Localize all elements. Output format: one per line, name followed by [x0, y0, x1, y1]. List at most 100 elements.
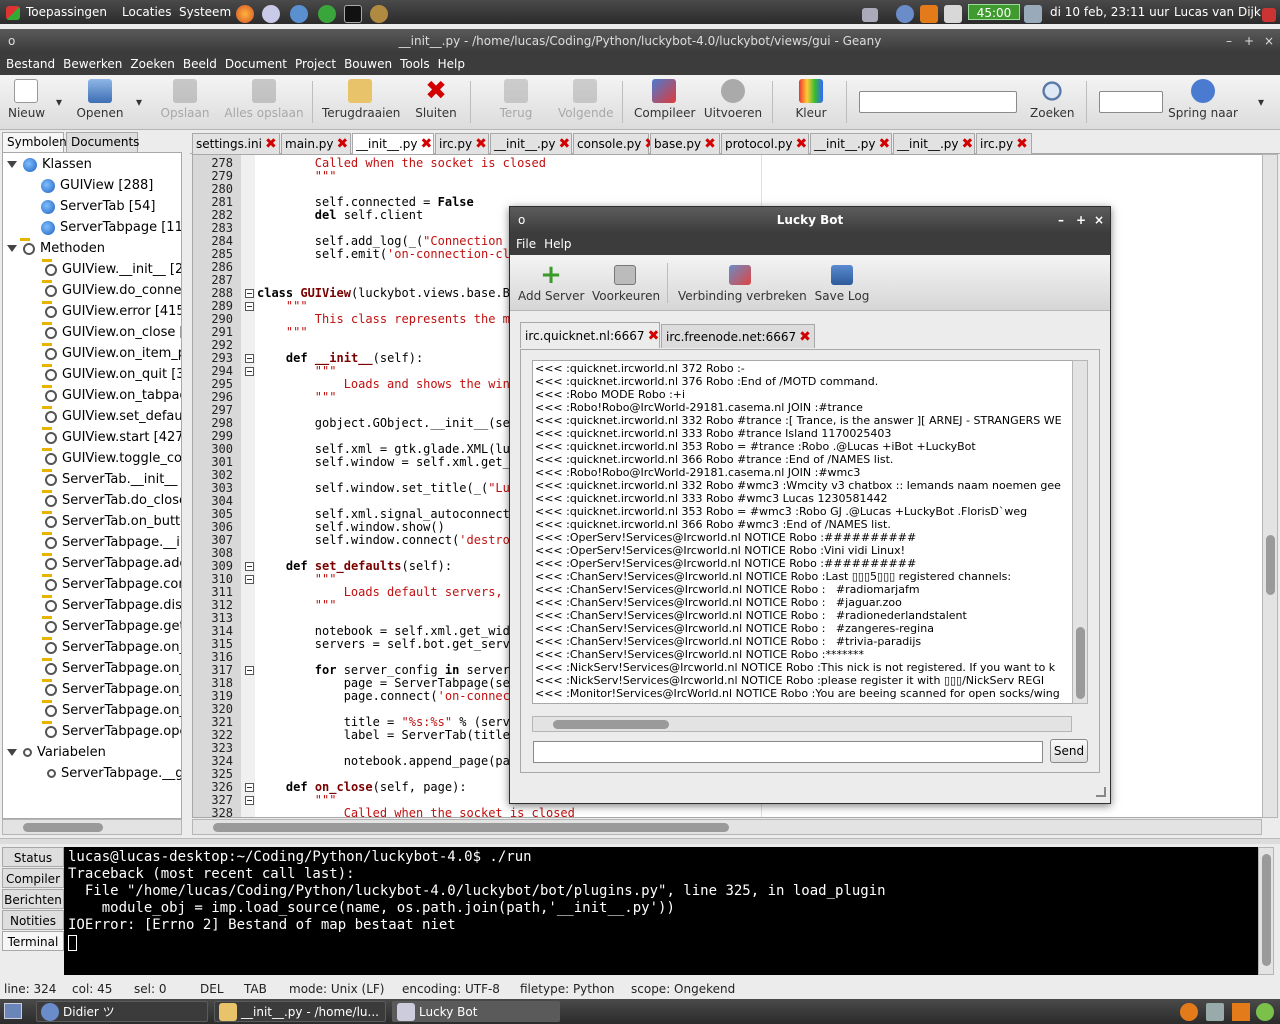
close-tab-icon[interactable]: ✖: [1016, 137, 1028, 151]
tree-item-method[interactable]: ServerTab.__init__ [5: [42, 468, 181, 490]
tab-symbols[interactable]: Symbolen: [2, 132, 67, 152]
firefox-launcher[interactable]: [236, 0, 254, 24]
workspace-switcher-icon[interactable]: [1206, 1003, 1224, 1021]
close-tab-icon[interactable]: ✖: [475, 137, 487, 151]
disconnect-button[interactable]: Verbinding verbreken: [678, 265, 807, 303]
irc-log-view[interactable]: <<< :quicknet.ircworld.nl 372 Robo :- <<<…: [532, 360, 1086, 704]
fold-marker-icon[interactable]: [245, 354, 254, 363]
file-tab[interactable]: irc.py ✖: [976, 133, 1032, 154]
search-input[interactable]: [859, 91, 1017, 113]
tab-documents[interactable]: Documents: [66, 132, 139, 152]
editor-hscrollbar[interactable]: [192, 819, 1262, 835]
scrollbar-thumb[interactable]: [553, 720, 669, 729]
tab-terminal[interactable]: Terminal: [2, 931, 64, 951]
tree-item-method[interactable]: GUIView.toggle_con: [42, 447, 181, 469]
show-desktop-icon[interactable]: [4, 1003, 22, 1019]
tree-item-method[interactable]: GUIView.on_item_pr: [42, 342, 181, 364]
menu-bouwen[interactable]: Bouwen: [340, 53, 396, 75]
menu-project[interactable]: Project: [291, 53, 340, 75]
terminal[interactable]: lucas@lucas-desktop:~/Coding/Python/luck…: [64, 847, 1258, 975]
tree-item-method[interactable]: GUIView.on_quit [37: [42, 363, 181, 385]
close-icon[interactable]: ×: [1094, 207, 1104, 233]
search-button[interactable]: Zoeken: [1030, 79, 1074, 120]
fold-marker-icon[interactable]: [245, 796, 254, 805]
tab-irc-quicknet[interactable]: irc.quicknet.nl:6667 ✖: [520, 322, 660, 348]
scrollbar-thumb[interactable]: [1262, 854, 1271, 966]
task-geany[interactable]: __init__.py - /home/lu...: [214, 1001, 386, 1022]
tree-item-method[interactable]: ServerTabpage.on_: [42, 699, 181, 721]
menu-file[interactable]: File: [512, 233, 540, 255]
chat-icon[interactable]: [1232, 1003, 1250, 1021]
power-button[interactable]: [1262, 0, 1276, 24]
forward-button[interactable]: Volgende: [558, 79, 614, 120]
log-vscrollbar[interactable]: [1072, 360, 1088, 704]
file-tab[interactable]: __init__.py ✖: [490, 133, 572, 154]
file-tab[interactable]: main.py ✖: [281, 133, 351, 154]
revert-button[interactable]: Terugdraaien: [322, 79, 400, 120]
open-button[interactable]: Openen: [76, 79, 124, 120]
jump-to-button[interactable]: Spring naar: [1168, 79, 1238, 120]
close-tab-icon[interactable]: ✖: [421, 137, 433, 151]
tree-item-method[interactable]: ServerTabpage.add: [42, 552, 181, 574]
file-tab[interactable]: __init__.py ✖: [893, 133, 975, 154]
scrollbar-thumb[interactable]: [23, 823, 103, 832]
window-menu-icon[interactable]: o: [518, 207, 525, 233]
firefox-icon[interactable]: [1180, 1003, 1198, 1021]
menu-bestand[interactable]: Bestand: [2, 53, 59, 75]
fold-marker-icon[interactable]: [245, 783, 254, 792]
applications-menu[interactable]: Toepassingen: [6, 0, 107, 24]
minimize-icon[interactable]: –: [1226, 29, 1232, 53]
close-tab-icon[interactable]: ✖: [704, 137, 716, 151]
tree-item-method[interactable]: ServerTabpage.disc: [42, 594, 181, 616]
tree-item-method[interactable]: ServerTabpage.__in: [42, 531, 181, 553]
tree-item-class[interactable]: GUIView [288]: [41, 175, 153, 196]
maximize-icon[interactable]: +: [1076, 207, 1086, 233]
tree-item-method[interactable]: ServerTabpage.on_: [42, 678, 181, 700]
editor-vscrollbar[interactable]: [1262, 154, 1278, 818]
fold-marker-icon[interactable]: [245, 666, 254, 675]
fold-marker-icon[interactable]: [245, 367, 254, 376]
tab-notes[interactable]: Notities: [2, 910, 64, 930]
close-tab-icon[interactable]: ✖: [648, 329, 660, 343]
close-tab-icon[interactable]: ✖: [559, 137, 571, 151]
resize-grip[interactable]: [1096, 787, 1106, 797]
battery-indicator[interactable]: 45:00: [968, 4, 1020, 20]
file-tab[interactable]: console.py✖: [573, 133, 656, 154]
message-input[interactable]: [533, 741, 1043, 763]
close-tab-icon[interactable]: ✖: [265, 137, 277, 151]
expander-icon[interactable]: [7, 245, 17, 252]
task-didier[interactable]: Didier ツ: [36, 1001, 208, 1022]
terminal-launcher[interactable]: [344, 0, 362, 24]
scrollbar-thumb[interactable]: [213, 823, 729, 832]
fold-marker-icon[interactable]: [245, 289, 254, 298]
toolbar-overflow[interactable]: ▾: [1252, 95, 1270, 109]
fold-marker-icon[interactable]: [245, 575, 254, 584]
network-status[interactable]: [1024, 0, 1042, 24]
tree-item-method[interactable]: ServerTab.on_butto: [42, 510, 181, 532]
tree-item-method[interactable]: GUIView.on_close [3: [42, 321, 181, 343]
execute-button[interactable]: Uitvoeren: [703, 79, 763, 120]
tree-item-variable[interactable]: ServerTabpage.__gs: [47, 763, 181, 784]
scrollbar-thumb[interactable]: [1076, 627, 1085, 699]
tree-item-method[interactable]: GUIView.set_default: [42, 405, 181, 427]
volume-control[interactable]: [862, 0, 878, 24]
pidgin-launcher[interactable]: [262, 0, 280, 24]
maximize-icon[interactable]: +: [1244, 29, 1254, 53]
trash-icon[interactable]: [1256, 1003, 1274, 1021]
pane-splitter[interactable]: [0, 838, 1280, 844]
run-launcher[interactable]: [318, 0, 336, 24]
minimize-icon[interactable]: –: [1058, 207, 1064, 233]
menu-help[interactable]: Help: [434, 53, 469, 75]
places-menu[interactable]: Locaties: [122, 0, 171, 24]
compile-button[interactable]: Compileer: [634, 79, 695, 120]
file-tab[interactable]: settings.ini ✖: [192, 133, 280, 154]
fold-marker-icon[interactable]: [245, 302, 254, 311]
back-button[interactable]: Terug: [496, 79, 536, 120]
menu-beeld[interactable]: Beeld: [179, 53, 221, 75]
empathy-launcher[interactable]: [290, 0, 308, 24]
color-button[interactable]: Kleur: [792, 79, 830, 120]
user-status[interactable]: [896, 0, 914, 24]
user-menu[interactable]: Lucas van Dijk: [1174, 0, 1261, 24]
tree-group-variables[interactable]: Variabelen: [7, 742, 106, 763]
window-menu-icon[interactable]: o: [8, 29, 15, 53]
